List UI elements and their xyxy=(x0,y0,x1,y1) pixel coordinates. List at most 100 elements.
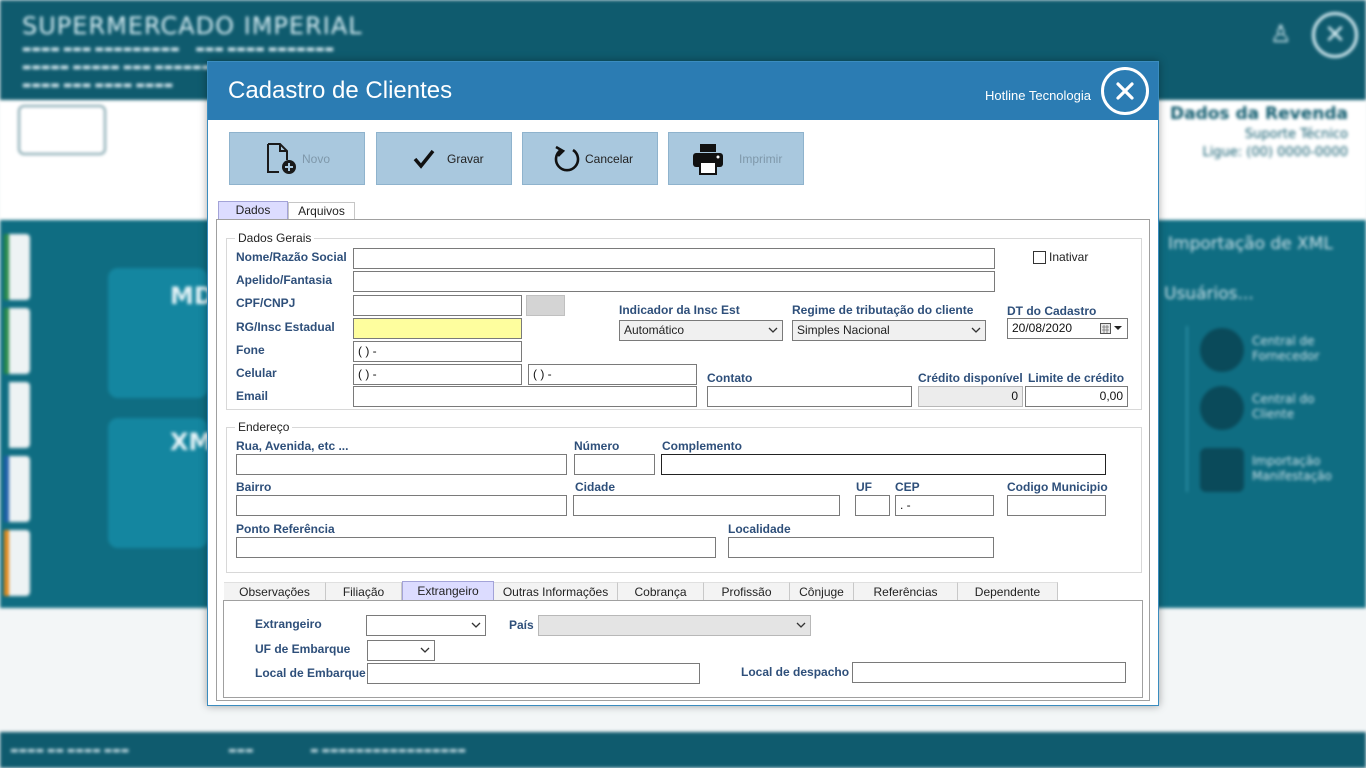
apelido-field[interactable] xyxy=(353,271,995,292)
email-field[interactable] xyxy=(353,386,697,407)
numero-label: Número xyxy=(574,439,620,453)
cidade-label: Cidade xyxy=(575,480,616,494)
tab-observacoes[interactable]: Observações xyxy=(224,582,326,601)
chevron-down-icon xyxy=(971,327,981,333)
dt-cadastro-label: DT do Cadastro xyxy=(1007,304,1097,318)
complemento-field[interactable] xyxy=(661,454,1106,475)
undo-icon xyxy=(554,145,580,172)
localidade-label: Localidade xyxy=(728,522,791,536)
celular2-field[interactable]: ( ) - xyxy=(528,364,697,385)
chevron-down-icon xyxy=(768,327,778,333)
uf-embarque-label: UF de Embarque xyxy=(255,642,351,656)
side-tab[interactable] xyxy=(4,308,30,374)
cpf-field[interactable] xyxy=(353,295,522,316)
tab-arquivos[interactable]: Arquivos xyxy=(288,202,355,220)
checkmark-icon xyxy=(413,149,435,169)
side-tab[interactable] xyxy=(4,382,30,448)
codigo-municipio-label: Codigo Municipio xyxy=(1007,480,1108,494)
pais-label: País xyxy=(509,618,534,632)
tab-outras-informacoes[interactable]: Outras Informações xyxy=(494,582,618,601)
limite-field[interactable]: 0,00 xyxy=(1025,386,1128,407)
save-button[interactable]: Gravar xyxy=(376,132,512,185)
xml-import-link[interactable]: Importação de XML xyxy=(1168,234,1333,254)
company-title: SUPERMERCADO IMPERIAL xyxy=(22,12,363,40)
app-close-icon[interactable]: ✕ xyxy=(1312,12,1358,58)
contato-field[interactable] xyxy=(707,386,912,407)
ponto-referencia-field[interactable] xyxy=(236,537,716,558)
bairro-field[interactable] xyxy=(236,495,567,516)
dialog-brand: Hotline Tecnologia xyxy=(985,88,1091,103)
side-tab[interactable] xyxy=(4,456,30,522)
inativar-checkbox[interactable] xyxy=(1033,251,1046,264)
header-info-line: ▬▬▬▬ ▬▬▬ ▬▬▬▬▬▬▬▬▬ ▬▬▬ ▬▬▬▬ ▬▬▬▬▬▬▬ xyxy=(22,44,335,55)
cep-label: CEP xyxy=(895,480,920,494)
side-tabs xyxy=(4,234,30,604)
side-tab[interactable] xyxy=(4,530,30,596)
cidade-field[interactable] xyxy=(573,495,840,516)
tab-profissao[interactable]: Profissão xyxy=(704,582,790,601)
localidade-field[interactable] xyxy=(728,537,994,558)
status-bar: ▬▬▬▬ ▬▬ ▬▬▬▬ ▬▬▬ ▬▬▬ ▬ ▬▬▬▬▬▬▬▬▬▬▬▬▬▬▬▬▬ xyxy=(0,732,1366,768)
print-button[interactable]: Imprimir xyxy=(668,132,804,185)
dt-cadastro-field[interactable]: 20/08/2020 xyxy=(1007,318,1128,339)
rua-field[interactable] xyxy=(236,454,567,475)
local-embarque-field[interactable] xyxy=(367,663,700,684)
fone-field[interactable]: ( ) - xyxy=(353,341,522,362)
contato-label: Contato xyxy=(707,371,753,385)
bairro-label: Bairro xyxy=(236,480,272,494)
tab-conjuge[interactable]: Cônjuge xyxy=(790,582,854,601)
client-icon[interactable] xyxy=(1200,386,1244,430)
users-link[interactable]: Usuários... xyxy=(1164,284,1254,304)
close-icon[interactable] xyxy=(1101,67,1149,115)
user-icon[interactable]: ♙ xyxy=(1270,20,1294,50)
nome-label: Nome/Razão Social xyxy=(236,250,347,264)
supplier-label[interactable]: Central de Fornecedor xyxy=(1252,334,1352,364)
calendar-icon[interactable] xyxy=(1100,323,1124,334)
save-button-label: Gravar xyxy=(447,152,484,166)
side-tab[interactable] xyxy=(4,234,30,300)
extrangeiro-select[interactable] xyxy=(366,615,486,636)
rg-field[interactable] xyxy=(353,318,522,339)
rua-label: Rua, Avenida, etc ... xyxy=(236,439,349,453)
regime-label: Regime de tributação do cliente xyxy=(792,303,974,317)
tab-referencias[interactable]: Referências xyxy=(854,582,958,601)
tab-cobranca[interactable]: Cobrança xyxy=(618,582,704,601)
limite-label: Limite de crédito xyxy=(1028,371,1125,385)
dialog-title: Cadastro de Clientes xyxy=(228,77,453,104)
manifest-label[interactable]: Importação Manifestação xyxy=(1252,454,1352,484)
uf-embarque-select[interactable] xyxy=(367,640,435,661)
ponto-referencia-label: Ponto Referência xyxy=(236,522,335,536)
cancel-button-label: Cancelar xyxy=(585,152,634,166)
fone-label: Fone xyxy=(236,343,265,357)
celular-field[interactable]: ( ) - xyxy=(353,364,522,385)
numero-field[interactable] xyxy=(574,454,655,475)
manifest-icon[interactable] xyxy=(1200,448,1244,492)
indicador-value: Automático xyxy=(624,323,685,337)
local-despacho-field[interactable] xyxy=(852,662,1126,683)
nome-field[interactable] xyxy=(353,248,995,269)
header-info-line: ▬▬▬▬ ▬▬▬ ▬▬▬▬ ▬▬▬▬ xyxy=(22,80,174,91)
new-button[interactable]: Novo xyxy=(229,132,365,185)
dealer-phone: Ligue: (00) 0000-0000 xyxy=(1202,145,1348,160)
indicador-select[interactable]: Automático xyxy=(619,320,783,341)
inativar-label: Inativar xyxy=(1049,250,1089,264)
cancel-button[interactable]: Cancelar xyxy=(522,132,658,185)
supplier-icon[interactable] xyxy=(1200,328,1244,372)
regime-select[interactable]: Simples Nacional xyxy=(792,320,986,341)
codigo-municipio-field[interactable] xyxy=(1007,495,1106,516)
dealer-title: Dados da Revenda xyxy=(1169,104,1348,124)
tab-extrangeiro[interactable]: Extrangeiro xyxy=(402,581,494,602)
tab-dependente[interactable]: Dependente xyxy=(958,582,1058,601)
endereco-label: Endereço xyxy=(235,420,293,434)
tile-md[interactable]: MD xyxy=(108,268,214,398)
cpf-search-button[interactable] xyxy=(526,295,565,316)
tile-xm[interactable]: XM xyxy=(108,418,212,548)
local-despacho-label: Local de despacho xyxy=(741,665,850,679)
client-label[interactable]: Central do Cliente xyxy=(1252,392,1342,422)
chevron-down-icon xyxy=(420,647,430,653)
tab-dados[interactable]: Dados xyxy=(218,201,288,219)
pais-select[interactable] xyxy=(538,615,811,636)
uf-field[interactable] xyxy=(855,495,890,516)
tab-filiacao[interactable]: Filiação xyxy=(326,582,402,601)
cep-field[interactable]: . - xyxy=(895,495,994,516)
